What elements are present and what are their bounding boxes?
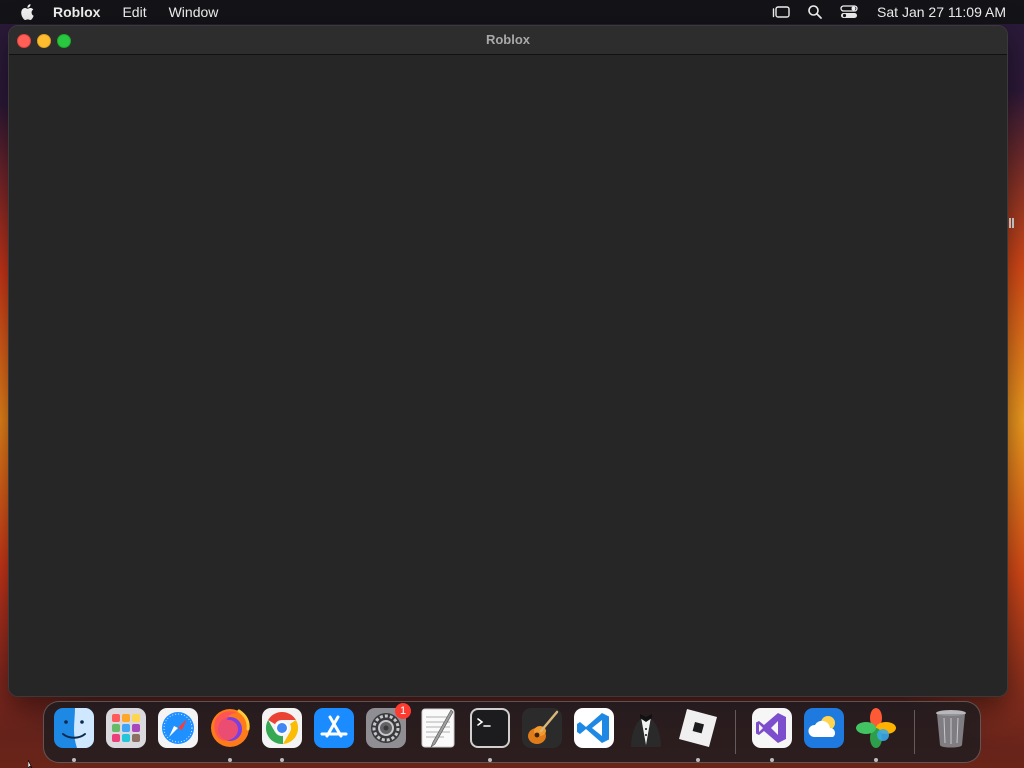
garageband-icon xyxy=(522,708,562,748)
roblox-icon xyxy=(679,709,717,747)
dock-item-textedit[interactable] xyxy=(417,707,459,749)
textedit-icon xyxy=(421,708,455,748)
finder-icon xyxy=(54,708,94,748)
chrome-icon xyxy=(262,708,302,748)
dock-separator xyxy=(914,710,915,754)
dock-separator xyxy=(735,710,736,754)
desktop: Roblox Edit Window Sat Jan 27 11:09 AM R… xyxy=(0,0,1024,768)
running-indicator xyxy=(228,758,232,762)
pinwheel-icon xyxy=(856,708,896,748)
vscode-icon xyxy=(574,708,614,748)
apple-logo-icon[interactable] xyxy=(19,3,35,21)
running-indicator xyxy=(72,758,76,762)
dock-item-bartender[interactable] xyxy=(625,707,667,749)
dock-item-terminal[interactable] xyxy=(469,707,511,749)
dock-item-weather[interactable] xyxy=(803,707,845,749)
dock-item-firefox[interactable] xyxy=(209,707,251,749)
dock-item-visual-studio[interactable] xyxy=(751,707,793,749)
app-store-icon xyxy=(314,708,354,748)
menu-app-roblox[interactable]: Roblox xyxy=(53,0,100,24)
running-indicator xyxy=(770,758,774,762)
notification-badge: 1 xyxy=(395,703,411,719)
menu-bar-status-area: Sat Jan 27 11:09 AM xyxy=(771,0,1006,24)
running-indicator xyxy=(874,758,878,762)
dock-item-launchpad[interactable] xyxy=(105,707,147,749)
dock-item-vscode[interactable] xyxy=(573,707,615,749)
stage-manager-icon[interactable] xyxy=(771,4,791,20)
window-title-bar[interactable]: Roblox xyxy=(9,26,1007,55)
visual-studio-icon xyxy=(752,708,792,748)
resize-handle-icon[interactable] xyxy=(1009,218,1014,228)
roblox-window: Roblox xyxy=(8,25,1008,697)
dock-item-finder[interactable] xyxy=(53,707,95,749)
bartender-icon xyxy=(631,714,661,747)
window-title: Roblox xyxy=(485,32,531,47)
launchpad-icon xyxy=(106,708,146,748)
dock-item-chrome[interactable] xyxy=(261,707,303,749)
menu-bar: Roblox Edit Window Sat Jan 27 11:09 AM xyxy=(0,0,1024,24)
mouse-cursor-icon xyxy=(28,760,33,768)
dock-item-safari[interactable] xyxy=(157,707,199,749)
menu-bar-clock[interactable]: Sat Jan 27 11:09 AM xyxy=(877,4,1006,20)
menu-window[interactable]: Window xyxy=(169,0,219,24)
running-indicator xyxy=(696,758,700,762)
menu-edit[interactable]: Edit xyxy=(122,0,146,24)
dock-item-trash[interactable] xyxy=(930,707,972,749)
running-indicator xyxy=(488,758,492,762)
trash-icon xyxy=(936,710,966,748)
dock-item-garageband[interactable] xyxy=(521,707,563,749)
dock-item-system-settings[interactable]: 1 xyxy=(365,703,411,749)
spotlight-search-icon[interactable] xyxy=(805,4,825,20)
terminal-icon xyxy=(470,708,510,748)
running-indicator xyxy=(280,758,284,762)
control-center-icon[interactable] xyxy=(839,4,859,20)
firefox-icon xyxy=(211,709,250,747)
dock-item-app-store[interactable] xyxy=(313,707,355,749)
window-content-area[interactable] xyxy=(9,55,1007,696)
dock: 1 xyxy=(43,701,981,763)
dock-item-roblox[interactable] xyxy=(677,707,719,749)
safari-icon xyxy=(158,708,198,748)
weather-icon xyxy=(804,708,844,748)
dock-item-photos[interactable] xyxy=(855,707,897,749)
